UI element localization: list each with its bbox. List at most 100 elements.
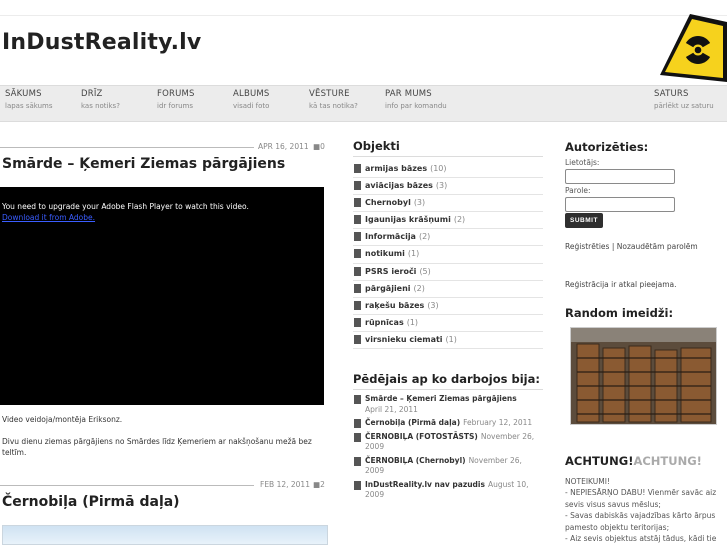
nav-item-subtitle: idr forums: [157, 102, 194, 110]
category-label: Igaunijas krāšņumi (2): [365, 215, 466, 225]
document-icon: [354, 432, 361, 442]
category-item[interactable]: rūpnīcas (1): [353, 315, 543, 332]
category-item[interactable]: raķešu bāzes (3): [353, 298, 543, 315]
adobe-download-link[interactable]: Download it from Adobe.: [2, 213, 95, 222]
category-label: rūpnīcas (1): [365, 317, 419, 327]
document-icon: [354, 266, 361, 276]
document-icon: [354, 215, 361, 225]
video-player[interactable]: You need to upgrade your Adobe Flash Pla…: [0, 187, 324, 405]
nav-item-subtitle: pārlēkt uz saturu: [654, 102, 714, 110]
category-label: pārgājieni (2): [365, 283, 425, 293]
nav-item-title: ALBUMS: [233, 89, 270, 99]
objekti-heading: Objekti: [353, 139, 400, 153]
category-item[interactable]: aviācijas bāzes (3): [353, 178, 543, 196]
document-icon: [354, 334, 361, 344]
auth-heading: Autorizēties:: [565, 140, 649, 154]
comment-count: 0: [320, 142, 325, 151]
heading-divider: [353, 156, 543, 157]
post-excerpt: Divu dienu ziemas pārgājiens no Smārdes …: [2, 437, 312, 457]
comment-count: 2: [320, 480, 325, 489]
document-icon: [354, 249, 361, 259]
category-label: Chernobyl (3): [365, 198, 426, 208]
document-icon: [354, 419, 361, 428]
password-field[interactable]: [565, 197, 675, 212]
heading-divider: [353, 389, 543, 390]
username-label: Lietotājs:: [565, 158, 600, 167]
username-field[interactable]: [565, 169, 675, 184]
category-label: PSRS ieroči (5): [365, 266, 431, 276]
category-label: aviācijas bāzes (3): [365, 181, 448, 191]
category-item[interactable]: virsnieku ciemati (1): [353, 332, 543, 350]
post-title[interactable]: Černobiļa (Pirmā daļa): [2, 494, 180, 510]
comment-count-link[interactable]: ■2: [313, 480, 325, 489]
post-title[interactable]: Smārde – Ķemeri Ziemas pārgājiens: [2, 156, 285, 172]
category-label: armijas bāzes (10): [365, 164, 447, 173]
document-icon: [354, 300, 361, 310]
nav-item-vesture[interactable]: VĒSTURE kā tas notika?: [309, 89, 358, 110]
recent-post-item[interactable]: ČERNOBIĻA (Chernobyl) November 26, 2009: [353, 456, 543, 477]
password-label: Parole:: [565, 186, 591, 195]
post-credit: Video veidoja/montēja Eriksonz.: [2, 415, 123, 424]
nav-item-par-mums[interactable]: PAR MUMS info par komandu: [385, 89, 447, 110]
category-item[interactable]: Chernobyl (3): [353, 195, 543, 213]
category-list: armijas bāzes (10) aviācijas bāzes (3) Che…: [353, 161, 543, 350]
document-icon: [354, 198, 361, 208]
category-item[interactable]: PSRS ieroči (5): [353, 264, 543, 281]
category-item[interactable]: Informācija (2): [353, 229, 543, 247]
achtung-heading: ACHTUNG!ACHTUNG!: [565, 454, 702, 468]
nav-item-driz[interactable]: DRĪZ kas notiks?: [81, 89, 120, 110]
nav-item-subtitle: info par komandu: [385, 102, 447, 110]
document-icon: [354, 317, 361, 327]
category-item[interactable]: pārgājieni (2): [353, 281, 543, 298]
nav-item-sakums[interactable]: SĀKUMS lapas sākums: [5, 89, 53, 110]
nav-item-subtitle: kas notiks?: [81, 102, 120, 110]
category-item[interactable]: armijas bāzes (10): [353, 161, 543, 179]
nav-item-saturs[interactable]: SATURS pārlēkt uz saturu: [654, 89, 714, 110]
nav-item-subtitle: kā tas notika?: [309, 102, 358, 110]
document-icon: [354, 283, 361, 293]
nav-item-title: DRĪZ: [81, 89, 103, 99]
site-title[interactable]: InDustReality.lv: [2, 30, 201, 55]
link-separator: |: [611, 242, 615, 251]
category-label: raķešu bāzes (3): [365, 300, 439, 310]
recent-heading: Pēdējais ap ko darbojos bija:: [353, 372, 540, 386]
forgot-password-link[interactable]: Nozaudētām parolēm: [617, 242, 698, 251]
nav-item-albums[interactable]: ALBUMS visadi foto: [233, 89, 270, 110]
auth-links: Reģistrēties | Nozaudētām parolēm: [565, 242, 698, 251]
post-meta: APR 16, 2011 ■0: [0, 142, 330, 152]
recent-post-item[interactable]: InDustReality.lv nav pazudis August 10, 2…: [353, 480, 543, 501]
document-icon: [354, 181, 361, 191]
nav-item-title: SĀKUMS: [5, 89, 42, 99]
random-image[interactable]: [570, 327, 717, 425]
main-nav: SĀKUMS lapas sākums DRĪZ kas notiks? FOR…: [0, 85, 727, 122]
category-item[interactable]: notikumi (1): [353, 246, 543, 264]
document-icon: [354, 456, 361, 466]
nav-item-subtitle: visadi foto: [233, 102, 270, 110]
post-date: APR 16, 2011: [258, 142, 309, 151]
nav-item-title: PAR MUMS: [385, 89, 432, 99]
recent-post-item[interactable]: Černobiļa (Pirmā daļa) February 12, 2011: [353, 418, 543, 429]
radiation-hazard-logo: [660, 14, 727, 82]
post-meta: FEB 12, 2011 ■2: [0, 480, 330, 490]
document-icon: [354, 395, 361, 404]
meta-divider: [0, 485, 254, 486]
document-icon: [354, 232, 361, 242]
category-item[interactable]: Igaunijas krāšņumi (2): [353, 212, 543, 230]
recent-post-item[interactable]: Smārde – Ķemeri Ziemas pārgājiens April 2…: [353, 394, 543, 415]
document-icon: [354, 164, 361, 173]
nav-item-forums[interactable]: FORUMS idr forums: [157, 89, 195, 110]
comment-count-link[interactable]: ■0: [313, 142, 325, 151]
document-icon: [354, 480, 361, 490]
submit-button[interactable]: SUBMIT: [565, 213, 603, 228]
post-date: FEB 12, 2011: [260, 480, 310, 489]
post-thumbnail[interactable]: [2, 525, 328, 545]
top-divider: [0, 15, 727, 16]
registration-note: Reģistrācija ir atkal pieejama.: [565, 280, 677, 289]
register-link[interactable]: Reģistrēties: [565, 242, 609, 251]
random-images-heading: Random imeidži:: [565, 306, 674, 320]
nav-item-title: VĒSTURE: [309, 89, 350, 99]
nav-item-title: FORUMS: [157, 89, 195, 99]
recent-post-item[interactable]: ČERNOBIĻA (FOTOSTĀSTS) November 26, 2009: [353, 432, 543, 453]
nav-item-subtitle: lapas sākums: [5, 102, 53, 110]
nav-item-title: SATURS: [654, 89, 689, 99]
